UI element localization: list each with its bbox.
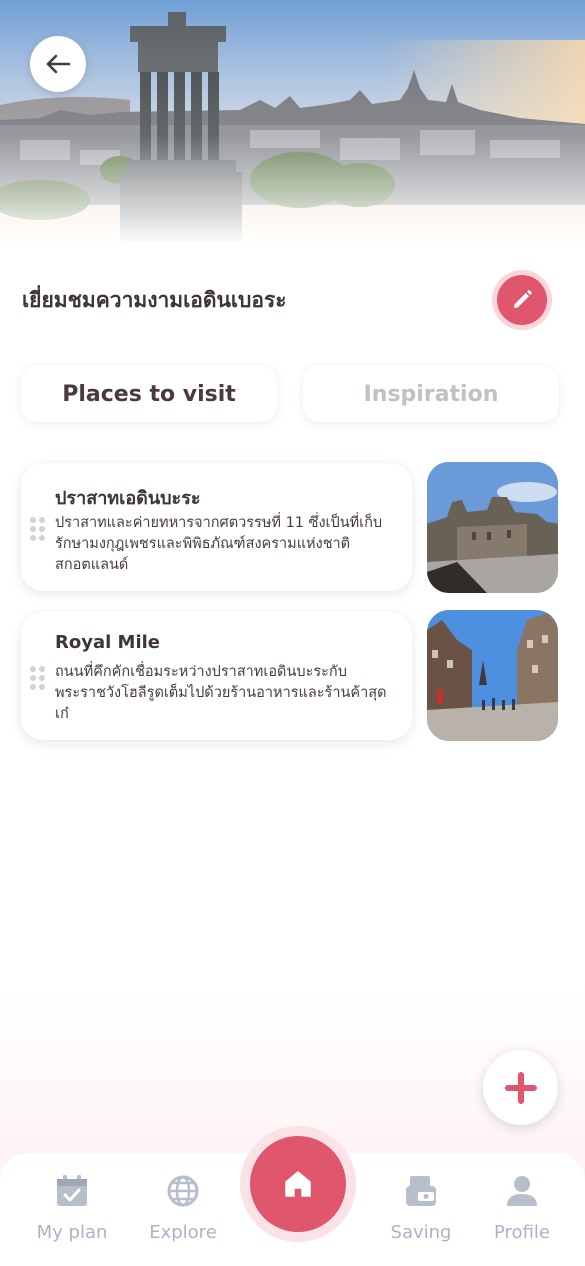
back-button[interactable] <box>30 36 86 92</box>
edit-button[interactable] <box>492 270 552 330</box>
calendar-check-icon <box>57 1175 87 1206</box>
tab-places-to-visit[interactable]: Places to visit <box>21 366 277 422</box>
tab-inspiration[interactable]: Inspiration <box>303 366 559 422</box>
nav-label: My plan <box>36 1222 108 1243</box>
nav-label: Saving <box>390 1222 452 1243</box>
nav-item-saving[interactable]: Saving <box>366 1170 476 1250</box>
user-icon <box>507 1176 537 1206</box>
page-title: เยี่ยมชมความงามเอดินเบอระ <box>22 288 287 312</box>
place-description: ถนนที่คึกคักเชื่อมระหว่างปราสาทเอดินบะระ… <box>55 664 387 722</box>
nav-label: Profile <box>494 1222 550 1243</box>
place-image[interactable] <box>427 610 558 741</box>
place-card[interactable]: ปราสาทเอดินบะระ ปราสาทและค่ายทหารจากศตวร… <box>21 463 412 591</box>
place-card[interactable]: Royal Mile ถนนที่คึกคักเชื่อมระหว่างปราส… <box>21 612 412 740</box>
place-description: ปราสาทและค่ายทหารจากศตวรรษที่ 11 ซึ่งเป็… <box>55 515 383 573</box>
nav-item-my-plan[interactable]: My plan <box>17 1170 127 1250</box>
nav-item-profile[interactable]: Profile <box>467 1170 577 1250</box>
hero-image <box>0 0 585 245</box>
place-name: ปราสาทเอดินบะระ <box>55 488 201 509</box>
place-image[interactable] <box>427 462 558 593</box>
place-name: Royal Mile <box>55 632 161 653</box>
nav-item-explore[interactable]: Explore <box>128 1170 238 1250</box>
nav-label: Explore <box>149 1222 217 1243</box>
home-icon <box>285 1171 311 1197</box>
pencil-icon <box>514 290 532 308</box>
piggy-bank-icon <box>406 1176 436 1206</box>
arrow-left-icon <box>46 54 71 74</box>
nav-item-home[interactable] <box>240 1126 356 1242</box>
drag-handle-icon[interactable] <box>30 517 46 541</box>
globe-icon <box>167 1175 199 1207</box>
add-place-button[interactable] <box>483 1050 558 1125</box>
plus-icon <box>504 1071 537 1104</box>
drag-handle-icon[interactable] <box>30 666 46 690</box>
